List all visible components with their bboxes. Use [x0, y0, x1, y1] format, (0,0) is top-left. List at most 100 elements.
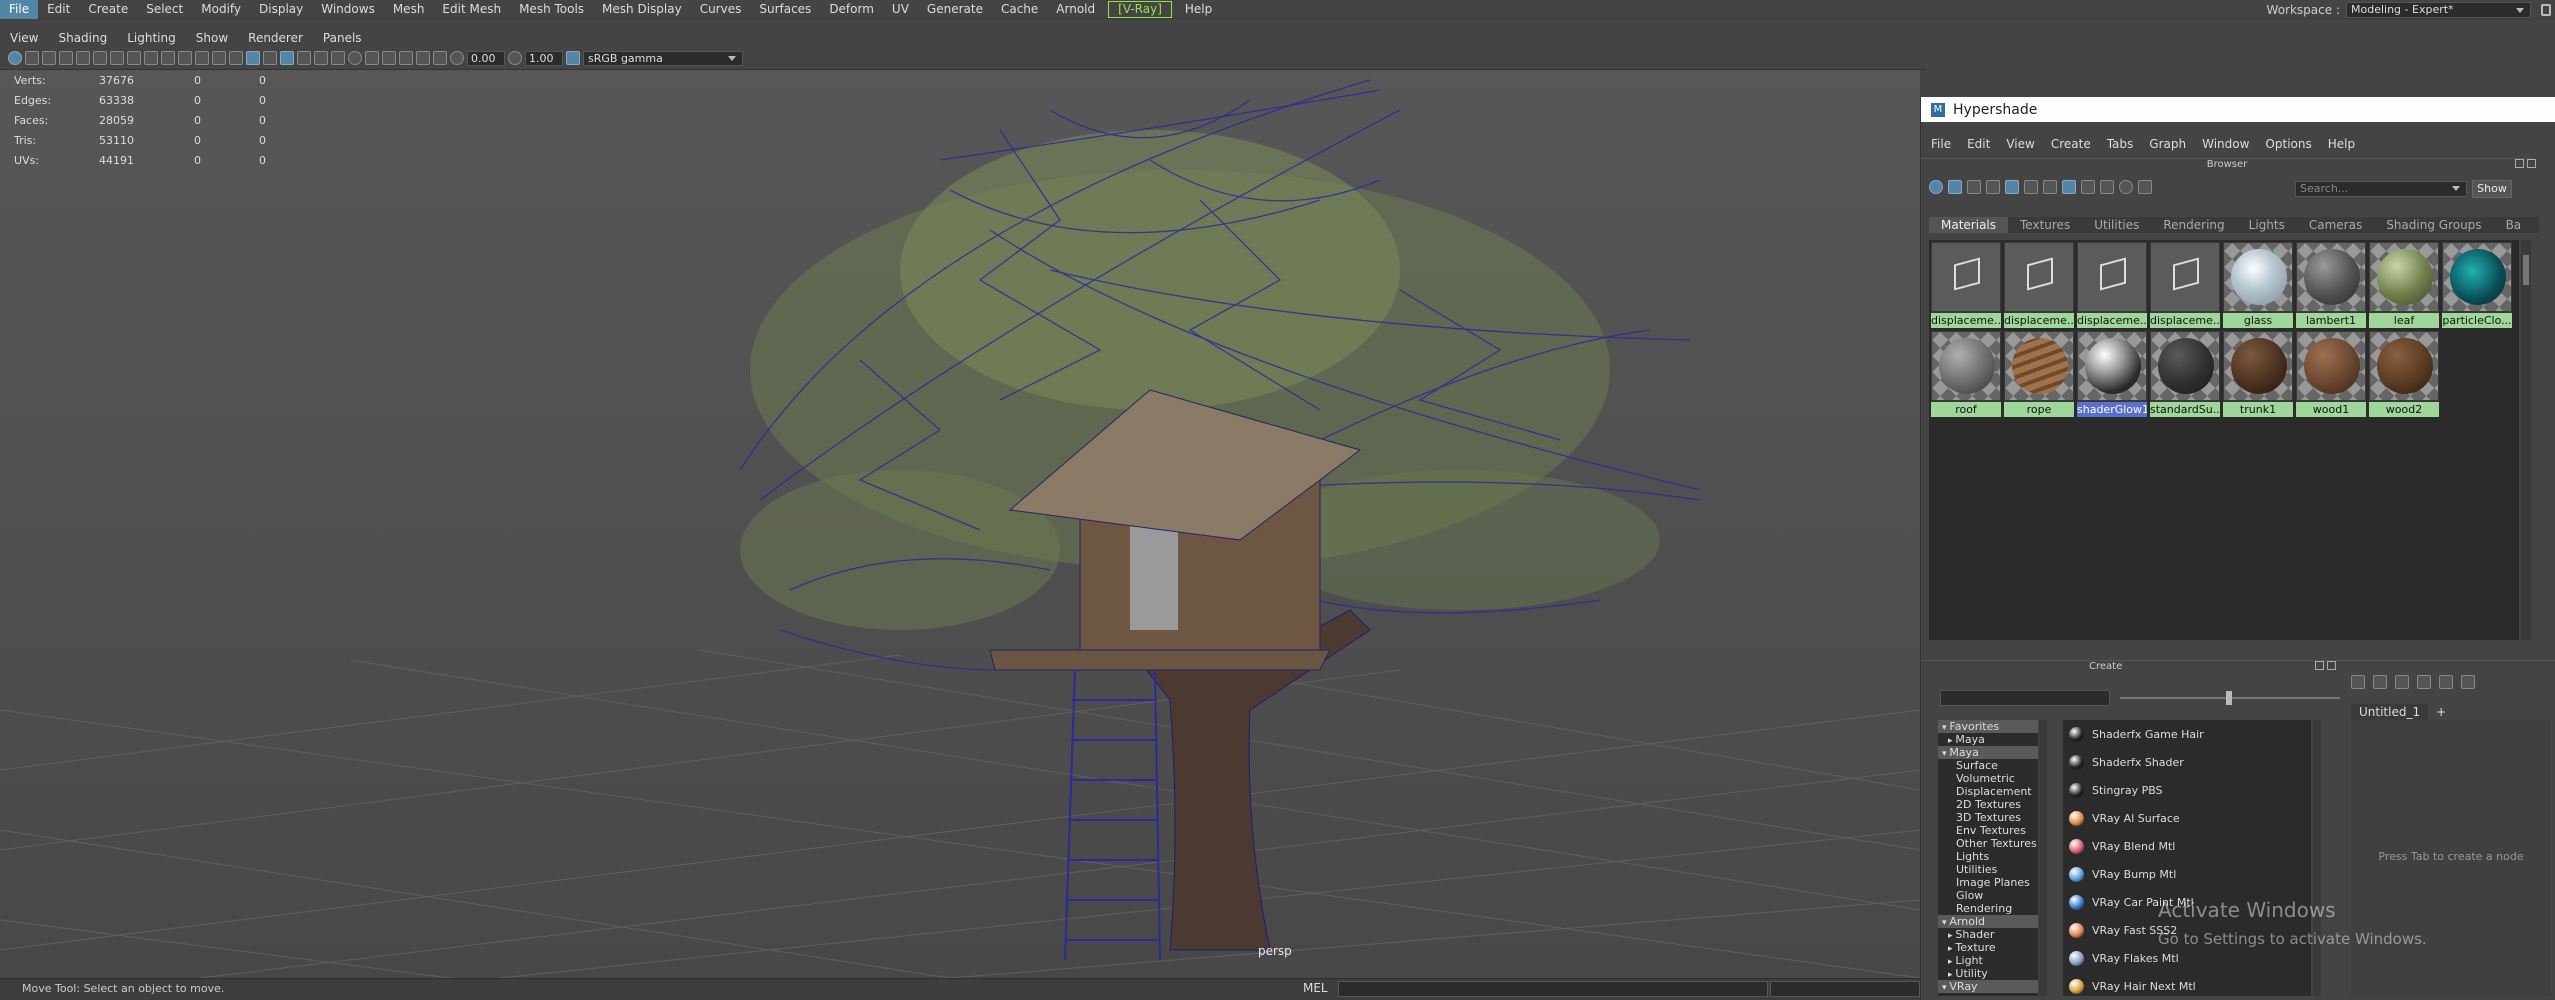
- menu-file[interactable]: File: [0, 0, 39, 19]
- category-3d-textures[interactable]: 3D Textures: [1938, 811, 2038, 824]
- list-view-icon[interactable]: [1967, 180, 1981, 194]
- motion-blur-icon[interactable]: [365, 51, 379, 65]
- material-swatch-wood1[interactable]: wood1: [2296, 331, 2366, 417]
- extra-large-icons-icon[interactable]: [2043, 180, 2057, 194]
- scrollbar-thumb[interactable]: [2523, 255, 2529, 285]
- default-material-icon[interactable]: [263, 51, 277, 65]
- menu-edit[interactable]: Edit: [38, 0, 79, 19]
- node-item-vray-bump-mtl[interactable]: VRay Bump Mtl: [2063, 860, 2311, 888]
- hypershade-menu-help[interactable]: Help: [2320, 137, 2363, 151]
- sort-by-name-icon[interactable]: [2062, 180, 2076, 194]
- hypershade-menu-create[interactable]: Create: [2043, 137, 2099, 151]
- menu-help[interactable]: Help: [1176, 0, 1221, 19]
- menu-curves[interactable]: Curves: [691, 0, 751, 19]
- menu-create[interactable]: Create: [79, 0, 137, 19]
- hypershade-menu-window[interactable]: Window: [2194, 137, 2257, 151]
- color-management-icon[interactable]: [566, 51, 580, 65]
- menu-select[interactable]: Select: [137, 0, 192, 19]
- close-create-icon[interactable]: [2327, 661, 2336, 670]
- command-line-input[interactable]: [1338, 981, 1768, 997]
- category-scrollbar[interactable]: [2039, 720, 2047, 996]
- node-item-shaderfx-shader[interactable]: Shaderfx Shader: [2063, 748, 2311, 776]
- category-utility[interactable]: Utility: [1938, 967, 2038, 980]
- material-swatch-trunk1[interactable]: trunk1: [2223, 331, 2293, 417]
- gamma-icon[interactable]: [450, 51, 464, 65]
- field-chart-icon[interactable]: [195, 51, 209, 65]
- film-gate-icon[interactable]: [144, 51, 158, 65]
- exposure-field[interactable]: 0.00: [467, 50, 505, 66]
- ambient-occlusion-icon[interactable]: [348, 51, 362, 65]
- gate-mask-icon[interactable]: [178, 51, 192, 65]
- material-swatch-leaf[interactable]: leaf: [2369, 242, 2439, 328]
- menu-generate[interactable]: Generate: [918, 0, 992, 19]
- close-panel-icon[interactable]: [2527, 159, 2536, 168]
- menu-deform[interactable]: Deform: [820, 0, 883, 19]
- viewport-menu-panels[interactable]: Panels: [313, 29, 372, 47]
- output-connections-icon[interactable]: [2395, 675, 2409, 689]
- hypershade-menu-tabs[interactable]: Tabs: [2099, 137, 2142, 151]
- menu-windows[interactable]: Windows: [312, 0, 384, 19]
- material-swatch-roof[interactable]: roof: [1931, 331, 2001, 417]
- gamma-field[interactable]: 1.00: [525, 50, 563, 66]
- material-swatch-glass[interactable]: glass: [2223, 242, 2293, 328]
- category-lights[interactable]: Lights: [1938, 850, 2038, 863]
- menu-uv[interactable]: UV: [883, 0, 918, 19]
- category-favorites[interactable]: Favorites: [1938, 720, 2038, 733]
- menu-display[interactable]: Display: [250, 0, 312, 19]
- reverse-order-icon[interactable]: [2138, 180, 2152, 194]
- tab-textures[interactable]: Textures: [2008, 217, 2082, 233]
- material-swatch-wood2[interactable]: wood2: [2369, 331, 2439, 417]
- viewport-menu-show[interactable]: Show: [186, 29, 238, 47]
- tab-untitled-1[interactable]: Untitled_1: [2351, 704, 2429, 720]
- node-editor-canvas[interactable]: Press Tab to create a node: [2351, 720, 2551, 996]
- category-vray[interactable]: VRay: [1938, 980, 2038, 993]
- node-item-vray-hair-next-mtl[interactable]: VRay Hair Next Mtl: [2063, 972, 2311, 996]
- category-shader[interactable]: Shader: [1938, 928, 2038, 941]
- image-plane-icon[interactable]: [76, 51, 90, 65]
- wireframe-icon[interactable]: [229, 51, 243, 65]
- camera-attributes-icon[interactable]: [42, 51, 56, 65]
- lock-icon[interactable]: [2541, 3, 2551, 16]
- category-maya[interactable]: Maya: [1938, 746, 2038, 759]
- lights-icon[interactable]: [314, 51, 328, 65]
- viewport-menu-lighting[interactable]: Lighting: [117, 29, 186, 47]
- in-out-connections-icon[interactable]: [2373, 675, 2387, 689]
- isolate-select-icon[interactable]: [416, 51, 430, 65]
- slider-handle[interactable]: [2226, 691, 2232, 705]
- refresh-icon[interactable]: [2119, 180, 2133, 194]
- view-transform-dropdown[interactable]: sRGB gamma: [583, 50, 743, 66]
- wireframe-on-shaded-icon[interactable]: [280, 51, 294, 65]
- category-arnold[interactable]: Arnold: [1938, 915, 2038, 928]
- add-tab-button[interactable]: +: [2428, 704, 2454, 720]
- category-surface[interactable]: Surface: [1938, 759, 2038, 772]
- depth-of-field-icon[interactable]: [399, 51, 413, 65]
- hypershade-menu-file[interactable]: File: [1923, 137, 1959, 151]
- large-icons-icon[interactable]: [2024, 180, 2038, 194]
- material-swatch-displaceme[interactable]: displaceme...: [2004, 242, 2074, 328]
- safe-action-icon[interactable]: [212, 51, 226, 65]
- node-item-shaderfx-game-hair[interactable]: Shaderfx Game Hair: [2063, 720, 2311, 748]
- hypershade-menu-options[interactable]: Options: [2257, 137, 2319, 151]
- grease-pencil-icon[interactable]: [110, 51, 124, 65]
- category-light[interactable]: Light: [1938, 954, 2038, 967]
- tab-ba[interactable]: Ba: [2494, 217, 2534, 233]
- material-swatch-rope[interactable]: rope: [2004, 331, 2074, 417]
- lock-camera-icon[interactable]: [25, 51, 39, 65]
- menu-arnold[interactable]: Arnold: [1047, 0, 1104, 19]
- category-glow[interactable]: Glow: [1938, 889, 2038, 902]
- swatch-scrollbar[interactable]: [2521, 240, 2531, 640]
- sort-by-time-icon[interactable]: [2100, 180, 2114, 194]
- tab-materials[interactable]: Materials: [1929, 217, 2009, 233]
- category-utilities[interactable]: Utilities: [1938, 863, 2038, 876]
- rearrange-graph-icon[interactable]: [2439, 675, 2453, 689]
- category-maya[interactable]: Maya: [1938, 733, 2038, 746]
- material-swatch-lambert1[interactable]: lambert1: [2296, 242, 2366, 328]
- clear-graph-icon[interactable]: [2417, 675, 2431, 689]
- show-button[interactable]: Show: [2472, 180, 2512, 198]
- resolution-gate-icon[interactable]: [161, 51, 175, 65]
- exposure-icon[interactable]: [433, 51, 447, 65]
- node-item-vray-blend-mtl[interactable]: VRay Blend Mtl: [2063, 832, 2311, 860]
- xray-icon[interactable]: [297, 51, 311, 65]
- icon-size-slider[interactable]: [2120, 691, 2340, 705]
- category-displacement[interactable]: Displacement: [1938, 785, 2038, 798]
